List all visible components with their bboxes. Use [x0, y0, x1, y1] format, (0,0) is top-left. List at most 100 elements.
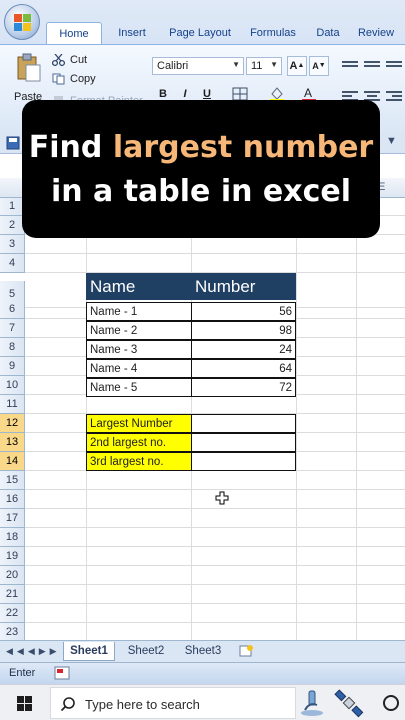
gridline [25, 253, 405, 254]
row-header[interactable]: 21 [0, 585, 25, 604]
copy-button[interactable]: Copy [52, 73, 96, 85]
macro-record-icon[interactable] [54, 666, 70, 680]
tab-formulas[interactable]: Formulas [244, 22, 302, 44]
cell-cursor-icon [215, 491, 229, 505]
tab-home[interactable]: Home [46, 22, 102, 44]
office-button[interactable] [4, 4, 40, 40]
tab-page-layout[interactable]: Page Layout [162, 22, 238, 44]
taskbar-search-box[interactable]: Type here to search [50, 687, 296, 719]
gridline [25, 584, 405, 585]
cortana-circle-icon[interactable] [383, 695, 399, 711]
row-header[interactable]: 19 [0, 547, 25, 566]
result-label[interactable]: 3rd largest no. [86, 452, 192, 471]
row-header[interactable]: 10 [0, 376, 25, 395]
result-value[interactable] [191, 433, 296, 452]
row-header[interactable]: 8 [0, 338, 25, 357]
row-header[interactable]: 6 [0, 300, 25, 319]
row-header[interactable]: 13 [0, 433, 25, 452]
banner-line-2: in a table in excel [50, 174, 352, 209]
status-bar: Enter [0, 662, 405, 684]
font-name-select[interactable]: Calibri ▼ [152, 57, 244, 75]
worksheet-grid[interactable]: 1 2 3 4 5 6 7 8 9 10 11 12 13 14 15 16 17 18 19 20 21 22 23 Na… [0, 198, 405, 640]
row-header[interactable]: 18 [0, 528, 25, 547]
table-row-number[interactable]: 56 [191, 302, 296, 321]
tab-review[interactable]: Review [352, 22, 400, 44]
borders-icon[interactable] [232, 87, 248, 101]
tab-sheet3[interactable]: Sheet3 [177, 642, 229, 661]
cut-button[interactable]: Cut [52, 54, 87, 66]
shrink-font-button[interactable]: A▼ [309, 56, 329, 76]
result-value[interactable] [191, 452, 296, 471]
header-name[interactable]: Name [90, 277, 135, 297]
row-header[interactable]: 3 [0, 235, 25, 254]
row-header[interactable]: 7 [0, 319, 25, 338]
font-size-select[interactable]: 11 ▼ [246, 57, 282, 75]
banner-highlight: largest number [112, 130, 374, 165]
align-top-icon[interactable] [342, 59, 358, 73]
banner-prefix: Find [28, 130, 113, 165]
copy-label: Copy [70, 73, 96, 85]
table-row-name[interactable]: Name - 3 [86, 340, 192, 359]
gridline [25, 565, 405, 566]
result-label[interactable]: Largest Number [86, 414, 192, 433]
table-row-name[interactable]: Name - 2 [86, 321, 192, 340]
sheet-nav-arrows-icon[interactable]: ◀◀◀▶▶ [6, 646, 61, 657]
font-size-value: 11 [251, 60, 263, 72]
table-row-number[interactable]: 98 [191, 321, 296, 340]
insert-sheet-icon[interactable] [238, 644, 254, 658]
tab-sheet2[interactable]: Sheet2 [120, 642, 172, 661]
chevron-down-icon[interactable]: ▼ [386, 135, 397, 147]
table-row-number[interactable]: 72 [191, 378, 296, 397]
row-header[interactable]: 23 [0, 623, 25, 640]
sheet-tab-bar: ◀◀◀▶▶ Sheet1 Sheet2 Sheet3 [0, 640, 405, 662]
header-number[interactable]: Number [195, 277, 255, 297]
svg-text:A: A [304, 86, 312, 100]
row-header[interactable]: 12 [0, 414, 25, 433]
paste-icon[interactable] [16, 53, 42, 83]
tab-data[interactable]: Data [310, 22, 346, 44]
search-placeholder: Type here to search [85, 697, 200, 712]
satellite-icon[interactable] [334, 688, 364, 718]
search-icon [60, 697, 75, 712]
table-row-name[interactable]: Name - 4 [86, 359, 192, 378]
row-header[interactable]: 14 [0, 452, 25, 471]
ribbon-tabs: Home Insert Page Layout Formulas Data Re… [46, 22, 400, 44]
save-icon[interactable] [6, 136, 20, 150]
font-name-value: Calibri [157, 60, 189, 72]
table-row-name[interactable]: Name - 1 [86, 302, 192, 321]
banner-line-1: Find largest number [22, 126, 380, 170]
row-header[interactable]: 9 [0, 357, 25, 376]
gridline [356, 198, 357, 640]
chevron-down-icon: ▼ [270, 60, 278, 69]
row-header[interactable]: 4 [0, 254, 25, 273]
taskbar: Type here to search [0, 684, 405, 720]
row-header[interactable]: 17 [0, 509, 25, 528]
row-header[interactable]: 11 [0, 395, 25, 414]
status-mode: Enter [9, 667, 36, 679]
align-middle-icon[interactable] [364, 59, 380, 73]
gridline [25, 546, 405, 547]
table-row-number[interactable]: 64 [191, 359, 296, 378]
result-value[interactable] [191, 414, 296, 433]
gridline [25, 622, 405, 623]
row-header[interactable]: 22 [0, 604, 25, 623]
tab-insert[interactable]: Insert [108, 22, 156, 44]
row-header[interactable]: 15 [0, 471, 25, 490]
row-header[interactable]: 20 [0, 566, 25, 585]
result-label[interactable]: 2nd largest no. [86, 433, 192, 452]
microscope-icon[interactable] [297, 688, 327, 718]
gridline [296, 198, 297, 640]
table-row-number[interactable]: 24 [191, 340, 296, 359]
gridline [25, 603, 405, 604]
windows-start-icon[interactable] [17, 696, 32, 711]
align-bottom-icon[interactable] [386, 59, 402, 73]
grow-font-button[interactable]: A▲ [287, 56, 307, 76]
table-row-name[interactable]: Name - 5 [86, 378, 192, 397]
title-banner: Find largest number in a table in excel [22, 100, 380, 238]
chevron-down-icon: ▼ [232, 60, 240, 69]
gridline [25, 508, 405, 509]
row-header[interactable]: 16 [0, 490, 25, 509]
gridline [25, 527, 405, 528]
align-right-icon[interactable] [386, 89, 402, 103]
tab-sheet1[interactable]: Sheet1 [63, 642, 115, 661]
